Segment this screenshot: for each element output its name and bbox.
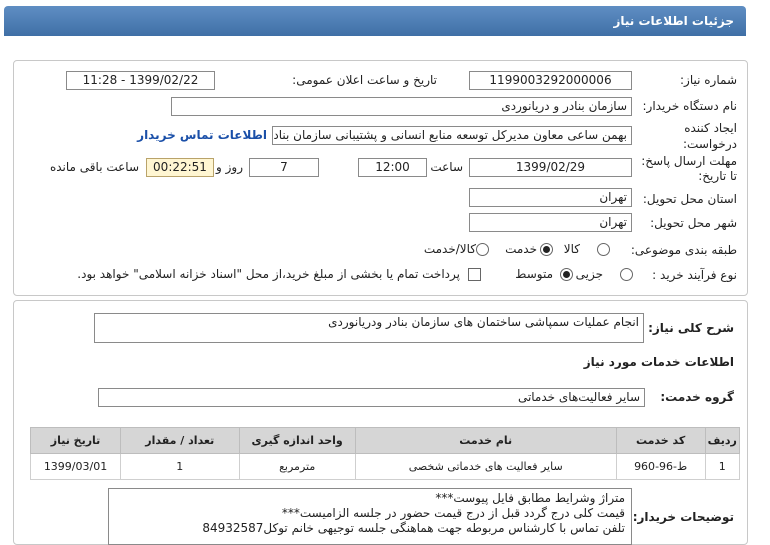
page-title: جزئیات اطلاعات نیاز	[613, 14, 734, 28]
creator-label-2: درخواست:	[683, 137, 737, 151]
creator-label: ایجاد کننده	[684, 121, 737, 135]
table-header-row: ردیف کد خدمت نام خدمت واحد اندازه گیری ت…	[29, 427, 741, 454]
province-label: استان محل تحویل:	[642, 192, 737, 206]
remaining-time-field: 00:22:51	[146, 158, 214, 177]
buyer-notes-label: توضیحات خریدار:	[632, 510, 734, 524]
cell-quantity: 1	[120, 453, 240, 480]
table-row[interactable]: 1 ط-96-960 سایر فعالیت های خدماتی شخصی م…	[29, 453, 741, 480]
services-heading: اطلاعات خدمات مورد نیاز	[583, 355, 734, 369]
category-label: طبقه بندی موضوعی:	[630, 243, 737, 257]
creator-field[interactable]: بهمن ساعی معاون مدیرکل توسعه منابع انسان…	[272, 126, 632, 145]
city-label: شهر محل تحویل:	[650, 216, 737, 230]
process-medium-label: متوسط	[515, 267, 553, 281]
announce-date-field[interactable]: 1399/02/22 - 11:28	[66, 71, 215, 90]
cell-name: سایر فعالیت های خدماتی شخصی	[354, 453, 617, 480]
deadline-time-field[interactable]: 12:00	[358, 158, 427, 177]
city-field[interactable]: تهران	[469, 213, 632, 232]
col-name-header: نام خدمت	[354, 427, 617, 454]
buyer-field[interactable]: سازمان بنادر و دریانوردی	[171, 97, 632, 116]
announce-date-label: تاریخ و ساعت اعلان عمومی:	[292, 73, 437, 87]
col-unit-header: واحد اندازه گیری	[238, 427, 356, 454]
category-goods-service-radio[interactable]	[476, 243, 489, 256]
service-group-label: گروه خدمت:	[660, 390, 734, 404]
col-quantity-header: تعداد / مقدار	[120, 427, 240, 454]
cell-code: ط-96-960	[615, 453, 706, 480]
category-service-label: خدمت	[505, 242, 537, 256]
service-group-field[interactable]: سایر فعالیت‌های خدماتی	[98, 388, 645, 407]
process-minor-radio[interactable]	[620, 268, 633, 281]
deadline-time-label: ساعت	[430, 160, 463, 174]
buyer-note-line: تلفن تماس با کارشناس مربوطه جهت هماهنگی …	[202, 521, 625, 535]
buyer-contact-link[interactable]: اطلاعات تماس خریدار	[137, 128, 267, 142]
process-minor-label: جزیی	[575, 267, 603, 281]
deadline-label: مهلت ارسال پاسخ:	[641, 154, 737, 168]
summary-field[interactable]: انجام عملیات سمپاشی ساختمان های سازمان ب…	[94, 313, 644, 343]
need-number-field[interactable]: 1199003292000006	[469, 71, 632, 90]
category-goods-radio[interactable]	[597, 243, 610, 256]
cell-date: 1399/03/01	[29, 453, 122, 480]
process-medium-radio[interactable]	[560, 268, 573, 281]
need-number-label: شماره نیاز:	[680, 73, 737, 87]
category-goods-service-label: کالا/خدمت	[423, 242, 476, 256]
summary-label: شرح کلی نیاز:	[648, 321, 734, 335]
services-table: ردیف کد خدمت نام خدمت واحد اندازه گیری ت…	[29, 427, 741, 480]
category-goods-label: کالا	[563, 242, 580, 256]
buyer-note-line: متراژ وشرایط مطابق فایل پیوست***	[435, 491, 625, 505]
category-service-radio[interactable]	[540, 243, 553, 256]
buyer-note-line: قیمت کلی درج گردد قبل از درج قیمت حضور د…	[281, 506, 625, 520]
deadline-date-field[interactable]: 1399/02/29	[469, 158, 632, 177]
col-row-header: ردیف	[704, 427, 741, 454]
treasury-payment-checkbox[interactable]	[468, 268, 481, 281]
remaining-time-label: ساعت باقی مانده	[49, 160, 139, 174]
buyer-label: نام دستگاه خریدار:	[642, 99, 738, 113]
page-title-bar: جزئیات اطلاعات نیاز	[4, 6, 746, 36]
col-date-header: تاریخ نیاز	[29, 427, 122, 454]
days-field[interactable]: 7	[249, 158, 319, 177]
col-code-header: کد خدمت	[615, 427, 706, 454]
need-info-panel	[13, 60, 748, 296]
cell-row: 1	[704, 453, 741, 480]
process-label: نوع فرآیند خرید :	[652, 268, 737, 282]
days-label: روز و	[216, 160, 243, 174]
cell-unit: مترمربع	[238, 453, 356, 480]
buyer-notes-box[interactable]: متراژ وشرایط مطابق فایل پیوست*** قیمت کل…	[108, 488, 632, 545]
treasury-payment-note: پرداخت تمام یا بخشی از مبلغ خرید،از محل …	[77, 267, 460, 281]
province-field[interactable]: تهران	[469, 188, 632, 207]
deadline-label-2: تا تاریخ:	[698, 169, 737, 183]
